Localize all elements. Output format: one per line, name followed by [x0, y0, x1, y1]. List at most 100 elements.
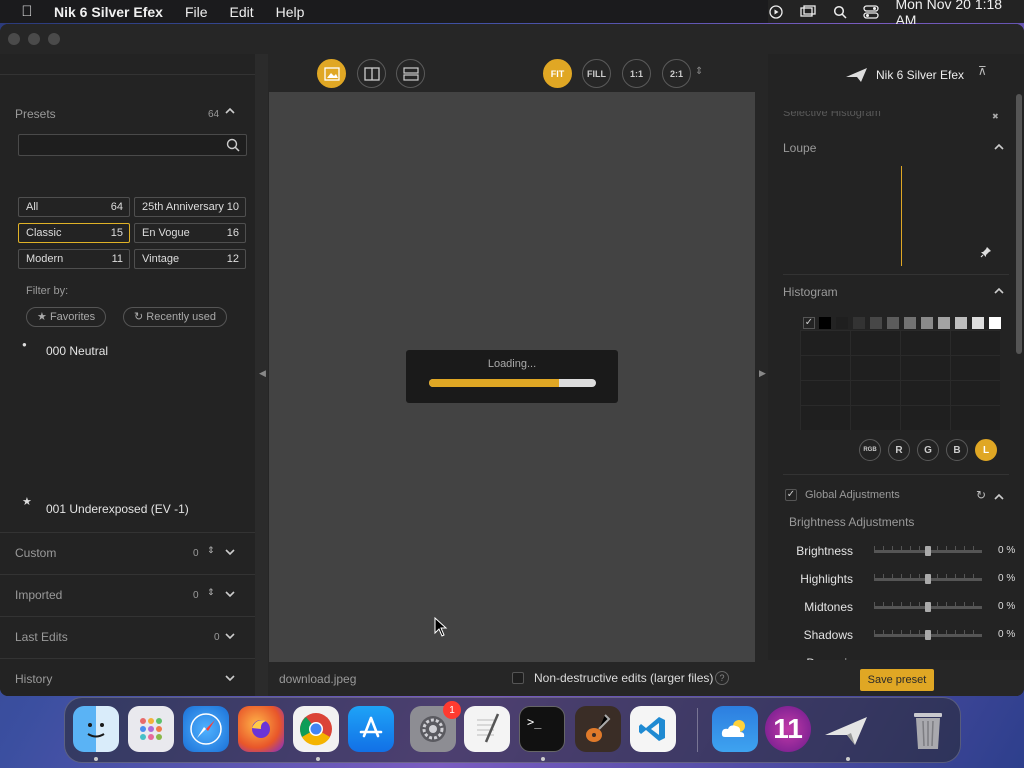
presets-search-input[interactable]	[18, 134, 247, 156]
firefox-icon[interactable]	[238, 706, 284, 752]
brightness-slider[interactable]: Brightness 0 %	[768, 541, 1018, 561]
terminal-icon[interactable]: >_	[519, 706, 565, 752]
chevron-down-icon[interactable]	[225, 547, 235, 557]
safari-icon[interactable]	[183, 706, 229, 752]
checkmark-icon[interactable]: ✓	[803, 317, 815, 329]
chevron-down-icon[interactable]	[225, 631, 235, 641]
tone-swatch	[836, 317, 848, 329]
category-label: All	[26, 201, 39, 213]
collapse-left-panel-icon[interactable]: ◀	[259, 368, 266, 379]
preset-item[interactable]: 000 Neutral	[46, 344, 108, 358]
zoom-1-1-button[interactable]: 1:1	[622, 59, 651, 88]
category-classic[interactable]: Classic 15	[18, 223, 130, 243]
reset-icon[interactable]: ↻	[976, 488, 986, 502]
app-store-icon[interactable]	[348, 706, 394, 752]
nondestructive-label[interactable]: Non-destructive edits (larger files)	[534, 671, 713, 685]
histogram-graph	[800, 330, 1000, 430]
selective-histogram-title[interactable]: Selective Histogram	[783, 111, 881, 119]
zoom-fit-button[interactable]: FIT	[543, 59, 572, 88]
midtones-slider[interactable]: Midtones 0 %	[768, 597, 1018, 617]
brightness-adjustments-title[interactable]: Brightness Adjustments	[789, 515, 914, 529]
category-25th-anniversary[interactable]: 25th Anniversary 10	[134, 197, 246, 217]
section-custom[interactable]: Custom	[15, 546, 56, 560]
global-adjustments-checkbox[interactable]: ✓	[785, 489, 797, 501]
shadows-slider[interactable]: Shadows 0 %	[768, 625, 1018, 645]
nondestructive-checkbox[interactable]	[512, 672, 524, 684]
zoom-window-button[interactable]	[48, 33, 60, 45]
collapse-right-panel-icon[interactable]: ▶	[759, 368, 766, 379]
favorites-filter-button[interactable]: ★ Favorites	[26, 307, 107, 327]
category-vintage[interactable]: Vintage 12	[134, 249, 246, 269]
help-icon[interactable]: ?	[715, 671, 729, 685]
section-history[interactable]: History	[15, 672, 52, 686]
zoom-stepper-icon[interactable]: ⇕	[695, 66, 703, 77]
side-by-side-view-button[interactable]	[396, 59, 425, 88]
save-preset-button[interactable]: Save preset	[860, 669, 934, 691]
menu-help[interactable]: Help	[276, 4, 305, 20]
chevron-up-icon[interactable]	[994, 492, 1004, 505]
channel-r-button[interactable]: R	[888, 439, 910, 461]
pin-loupe-icon[interactable]	[980, 246, 992, 258]
finder-icon[interactable]	[73, 706, 119, 752]
category-count: 16	[226, 227, 239, 239]
section-last-edits[interactable]: Last Edits	[15, 630, 68, 644]
nik-collection-icon[interactable]	[823, 706, 869, 752]
search-icon[interactable]	[226, 138, 240, 155]
channel-rgb-button[interactable]: RGB	[859, 439, 881, 461]
trash-icon[interactable]	[905, 706, 951, 752]
highlights-slider[interactable]: Highlights 0 %	[768, 569, 1018, 589]
slider-thumb[interactable]	[925, 546, 931, 556]
sort-icon[interactable]: ⇕	[207, 587, 217, 597]
preset-item[interactable]: 001 Underexposed (EV -1)	[46, 502, 189, 516]
tone-swatch	[819, 317, 831, 329]
menu-edit[interactable]: Edit	[230, 4, 254, 20]
apple-icon[interactable]: 	[0, 3, 54, 20]
chevron-down-icon[interactable]	[225, 589, 235, 599]
chevron-up-icon[interactable]	[225, 106, 235, 116]
textedit-icon[interactable]	[464, 706, 510, 752]
control-center-icon[interactable]	[863, 4, 880, 19]
screen-mirror-icon[interactable]	[800, 4, 816, 19]
chevron-up-icon[interactable]	[994, 142, 1004, 155]
pin-icon[interactable]: ✖	[992, 112, 999, 121]
minimize-window-button[interactable]	[28, 33, 40, 45]
play-icon[interactable]	[768, 4, 784, 19]
single-view-button[interactable]	[317, 59, 346, 88]
close-window-button[interactable]	[8, 33, 20, 45]
vscode-icon[interactable]	[630, 706, 676, 752]
favorite-star-icon[interactable]: ●	[22, 340, 27, 349]
split-view-button[interactable]	[357, 59, 386, 88]
zoom-fill-button[interactable]: FILL	[582, 59, 611, 88]
menu-app-name[interactable]: Nik 6 Silver Efex	[54, 4, 163, 20]
spotlight-search-icon[interactable]	[832, 5, 848, 19]
chevron-up-icon[interactable]	[994, 286, 1004, 299]
slider-thumb[interactable]	[925, 602, 931, 612]
slider-thumb[interactable]	[925, 574, 931, 584]
chevron-down-icon[interactable]	[225, 673, 235, 683]
category-count: 11	[111, 253, 123, 265]
sort-icon[interactable]: ⇕	[207, 545, 217, 555]
category-modern[interactable]: Modern 11	[18, 249, 130, 269]
loading-dialog: Loading...	[406, 350, 618, 403]
garageband-icon[interactable]	[575, 706, 621, 752]
slider-thumb[interactable]	[925, 630, 931, 640]
system-settings-icon[interactable]: 1	[410, 701, 461, 752]
image-canvas[interactable]: Loading...	[269, 92, 755, 662]
category-all[interactable]: All 64	[18, 197, 130, 217]
zoom-2-1-button[interactable]: 2:1	[662, 59, 691, 88]
favorite-star-icon[interactable]: ★	[22, 495, 32, 508]
recently-used-filter-button[interactable]: ↻ Recently used	[123, 307, 227, 327]
channel-g-button[interactable]: G	[917, 439, 939, 461]
section-imported[interactable]: Imported	[15, 588, 62, 602]
launchpad-icon[interactable]	[128, 706, 174, 752]
parallels-11-icon[interactable]: 11	[765, 706, 811, 752]
channel-l-button[interactable]: L	[975, 439, 997, 461]
collapse-all-icon[interactable]: ⊼	[978, 64, 987, 78]
channel-b-button[interactable]: B	[946, 439, 968, 461]
right-panel-scrollbar[interactable]	[1016, 94, 1022, 354]
chrome-icon[interactable]	[293, 706, 339, 752]
weather-icon[interactable]	[712, 706, 758, 752]
loading-text: Loading...	[487, 358, 537, 370]
category-en-vogue[interactable]: En Vogue 16	[134, 223, 246, 243]
menu-file[interactable]: File	[185, 4, 208, 20]
